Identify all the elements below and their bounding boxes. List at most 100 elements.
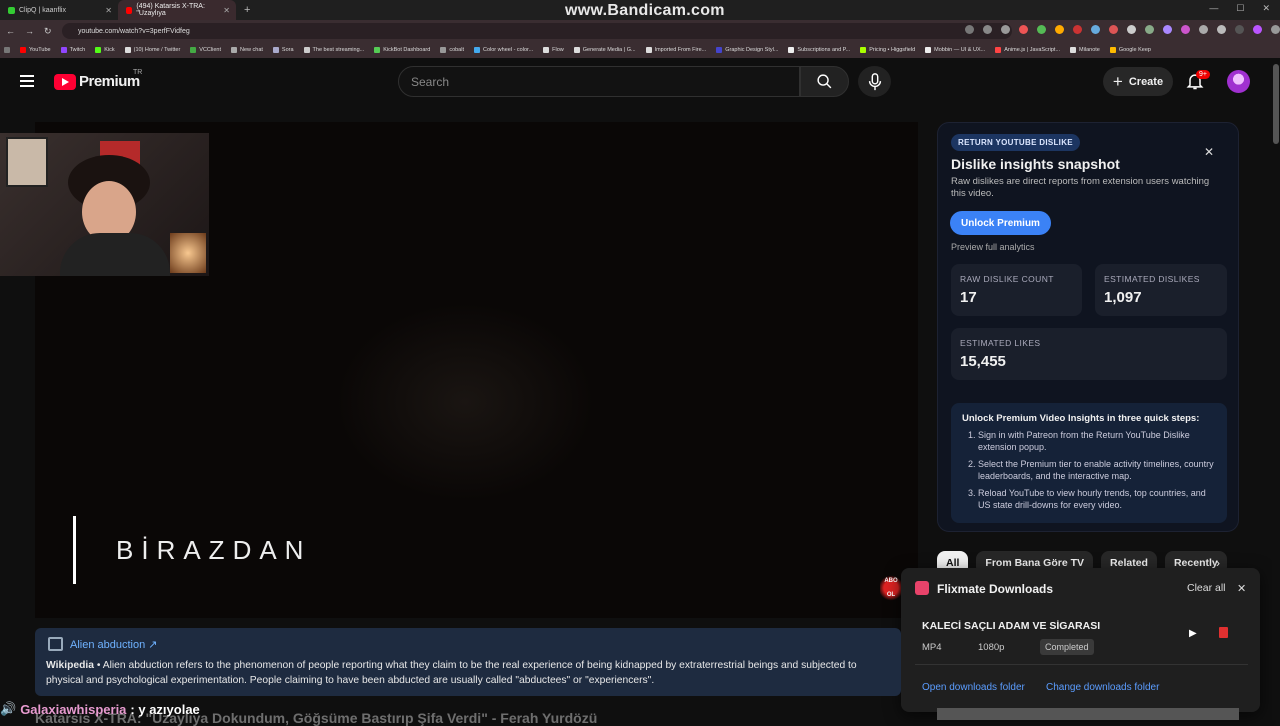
close-tab-icon[interactable]: ✕ [105, 6, 112, 15]
chat-message-text: : y azıyolae [130, 701, 200, 717]
url-input[interactable]: youtube.com/watch?v=3perfFVidfeg [62, 23, 1012, 39]
step-item: Reload YouTube to view hourly trends, to… [978, 488, 1216, 511]
panel-title: Dislike insights snapshot [951, 156, 1120, 172]
extension-icon[interactable] [1127, 25, 1136, 34]
bookmark-icon [303, 47, 310, 53]
bookmark-item[interactable]: Flow [543, 47, 564, 53]
extension-icon[interactable] [1145, 25, 1154, 34]
minimize-icon[interactable]: — [1209, 3, 1218, 14]
bookmark-item[interactable]: Google Keep [1109, 47, 1151, 53]
download-icon[interactable] [1235, 25, 1244, 34]
raw-dislike-stat: RAW DISLIKE COUNT 17 [951, 264, 1082, 316]
bookmark-item[interactable]: cobalt [440, 47, 464, 53]
bookmark-item[interactable]: VCClient [190, 47, 221, 53]
unlock-premium-button[interactable]: Unlock Premium [950, 211, 1051, 235]
stat-label: RAW DISLIKE COUNT [960, 274, 1054, 284]
bookmark-icon [374, 47, 381, 53]
bookmark-label: KickBot Dashboard [383, 47, 431, 53]
bookmark-item[interactable]: Subscriptions and P... [788, 47, 850, 53]
bookmark-label: Sora [281, 47, 294, 53]
bookmark-item[interactable]: Anime.js | JavaScript... [995, 47, 1060, 53]
close-tab-icon[interactable]: ✕ [223, 6, 230, 15]
menu-icon[interactable] [1271, 25, 1280, 34]
bookmark-icon [716, 47, 723, 53]
video-overlay-title: BİRAZDAN [73, 516, 311, 584]
bookmark-item[interactable]: Milanote [1070, 47, 1100, 53]
info-panel-link[interactable]: Alien abduction ↗ [70, 638, 158, 651]
extension-icon[interactable] [1037, 25, 1046, 34]
bookmark-label: Google Keep [1118, 47, 1151, 53]
close-window-icon[interactable]: ✕ [1262, 3, 1270, 14]
divider [915, 664, 1248, 665]
close-icon[interactable]: ✕ [1204, 145, 1214, 159]
new-tab-button[interactable]: + [244, 4, 250, 16]
recommendation-thumbnail[interactable] [937, 708, 1239, 720]
microphone-icon [868, 72, 881, 90]
trash-icon[interactable] [1219, 627, 1228, 638]
clear-all-button[interactable]: Clear all [1187, 582, 1226, 594]
folder-icon [645, 47, 652, 53]
bookmark-item[interactable]: Color wheel - color... [474, 47, 533, 53]
extension-icon[interactable] [1163, 25, 1172, 34]
bookmark-item[interactable]: The best streaming... [303, 47, 364, 53]
wall-poster [6, 137, 48, 187]
avatar[interactable] [1227, 70, 1250, 93]
back-icon[interactable]: ← [6, 26, 15, 37]
hamburger-menu-icon[interactable] [20, 75, 34, 87]
tab-label: (494) Katarsis X-TRA: "Uzaylıya [136, 3, 205, 17]
bookmark-item[interactable]: Imported From Fire... [645, 47, 706, 53]
open-downloads-folder-link[interactable]: Open downloads folder [922, 682, 1025, 693]
play-icon[interactable]: ▶ [1189, 628, 1197, 639]
bookmark-item[interactable]: Mobbin — UI & UX... [925, 47, 985, 53]
extension-icon[interactable] [1091, 25, 1100, 34]
bookmark-item[interactable]: Sora [272, 47, 294, 53]
create-button[interactable]: + Create [1103, 67, 1173, 96]
zoom-icon[interactable] [965, 25, 974, 34]
bookmark-item[interactable]: YouTube [20, 47, 51, 53]
extension-icon[interactable] [1073, 25, 1082, 34]
window-controls: — ☐ ✕ [1209, 3, 1270, 14]
bookmark-icon [60, 47, 67, 53]
plus-icon: + [1112, 71, 1123, 91]
extension-icon[interactable] [1055, 25, 1064, 34]
bookmark-item[interactable]: Graphic Design Styl... [716, 47, 778, 53]
bookmark-item[interactable]: Kick [95, 47, 115, 53]
bookmark-icon [995, 47, 1002, 53]
bookmark-item[interactable]: KickBot Dashboard [374, 47, 430, 53]
forward-icon[interactable]: → [25, 26, 34, 37]
scrollbar-thumb[interactable] [1273, 64, 1279, 144]
step-item: Select the Premium tier to enable activi… [978, 459, 1216, 482]
bookmark-star-icon[interactable] [1001, 25, 1010, 34]
bookmark-label: Kick [104, 47, 115, 53]
extension-icons [965, 25, 1280, 34]
cast-icon[interactable] [983, 25, 992, 34]
tab-clipq[interactable]: ClipQ | kaanflix ✕ [0, 0, 118, 20]
maximize-icon[interactable]: ☐ [1236, 3, 1244, 14]
bookmark-item[interactable]: Twitch [60, 47, 85, 53]
change-downloads-folder-link[interactable]: Change downloads folder [1046, 682, 1159, 693]
bookmark-item[interactable] [4, 47, 10, 53]
bookmark-item[interactable]: New chat [230, 47, 263, 53]
youtube-premium-logo[interactable]: Premium TR [54, 69, 142, 90]
extension-icon[interactable] [1109, 25, 1118, 34]
close-icon[interactable]: ✕ [1237, 582, 1246, 595]
flixmate-logo-icon [915, 581, 929, 595]
tab-youtube[interactable]: (494) Katarsis X-TRA: "Uzaylıya ✕ [118, 0, 236, 20]
voice-search-button[interactable] [858, 66, 891, 97]
bookmark-icon [124, 47, 131, 53]
page-scrollbar[interactable] [1272, 60, 1280, 720]
bookmark-label: Pricing • Higgsfield [869, 47, 916, 53]
info-panel-text: Wikipedia • Alien abduction refers to th… [46, 658, 896, 688]
extension-icon[interactable] [1181, 25, 1190, 34]
bookmark-item[interactable]: Generate Media | G... [573, 47, 636, 53]
extension-icon[interactable] [1019, 25, 1028, 34]
search-input[interactable]: Search [398, 66, 800, 97]
search-button[interactable] [800, 66, 849, 97]
bookmark-item[interactable]: Pricing • Higgsfield [860, 47, 915, 53]
bookmark-item[interactable]: (10) Home / Twitter [124, 47, 180, 53]
bookmark-icon [230, 47, 237, 53]
sidebar-icon[interactable] [1217, 25, 1226, 34]
puzzle-icon[interactable] [1199, 25, 1208, 34]
reload-icon[interactable]: ↻ [44, 26, 52, 37]
profile-icon[interactable] [1253, 25, 1262, 34]
